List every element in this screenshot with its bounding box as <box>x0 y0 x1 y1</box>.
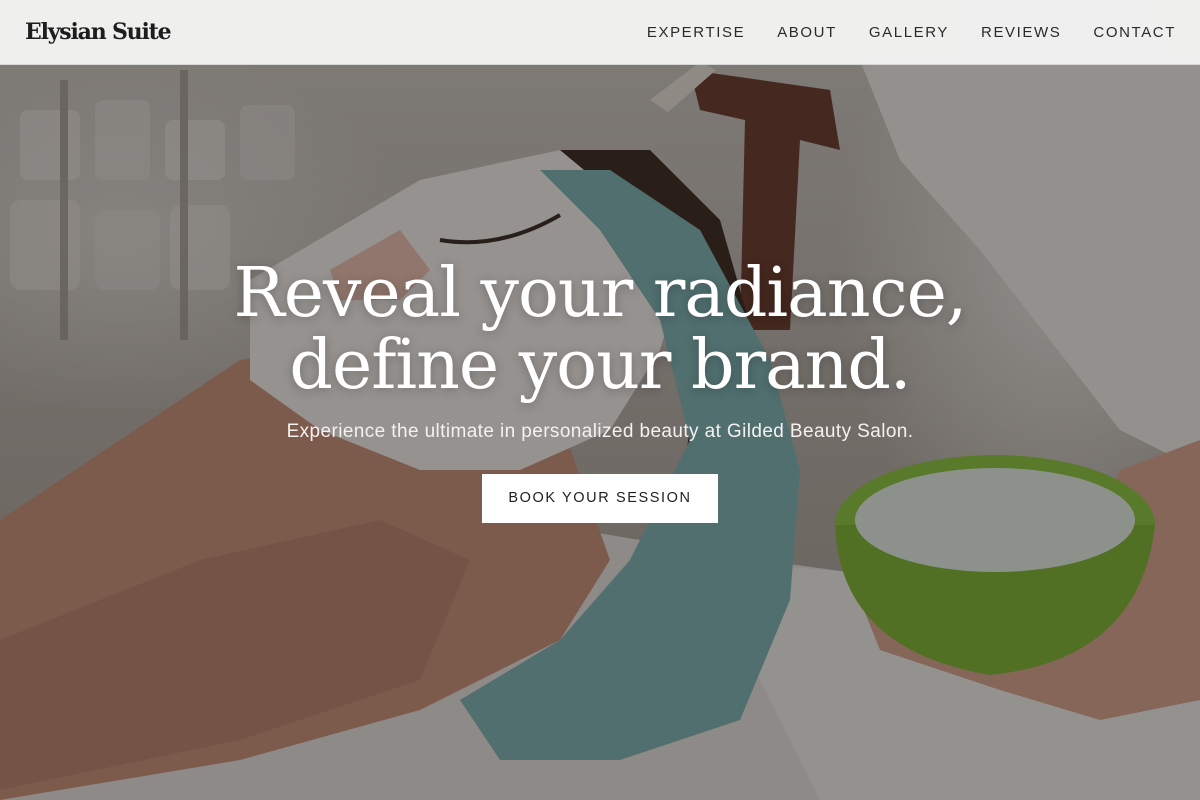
hero-headline-line2: define your brand. <box>289 326 911 405</box>
nav-link-about[interactable]: ABOUT <box>777 24 837 41</box>
hero-headline: Reveal your radiance, define your brand. <box>0 258 1200 402</box>
nav-link-gallery[interactable]: GALLERY <box>869 24 949 41</box>
nav-link-reviews[interactable]: REVIEWS <box>981 24 1061 41</box>
nav-link-contact[interactable]: CONTACT <box>1093 24 1176 41</box>
hero-content: Reveal your radiance, define your brand.… <box>0 258 1200 523</box>
nav-link-expertise[interactable]: EXPERTISE <box>647 24 745 41</box>
hero-subheadline: Experience the ultimate in personalized … <box>286 421 914 442</box>
main-nav: EXPERTISE ABOUT GALLERY REVIEWS CONTACT <box>647 24 1176 41</box>
top-navbar: Elysian Suite EXPERTISE ABOUT GALLERY RE… <box>0 0 1200 65</box>
brand-logo[interactable]: Elysian Suite <box>25 19 172 45</box>
hero-headline-line1: Reveal your radiance, <box>233 254 968 333</box>
book-session-button[interactable]: BOOK YOUR SESSION <box>482 474 718 523</box>
